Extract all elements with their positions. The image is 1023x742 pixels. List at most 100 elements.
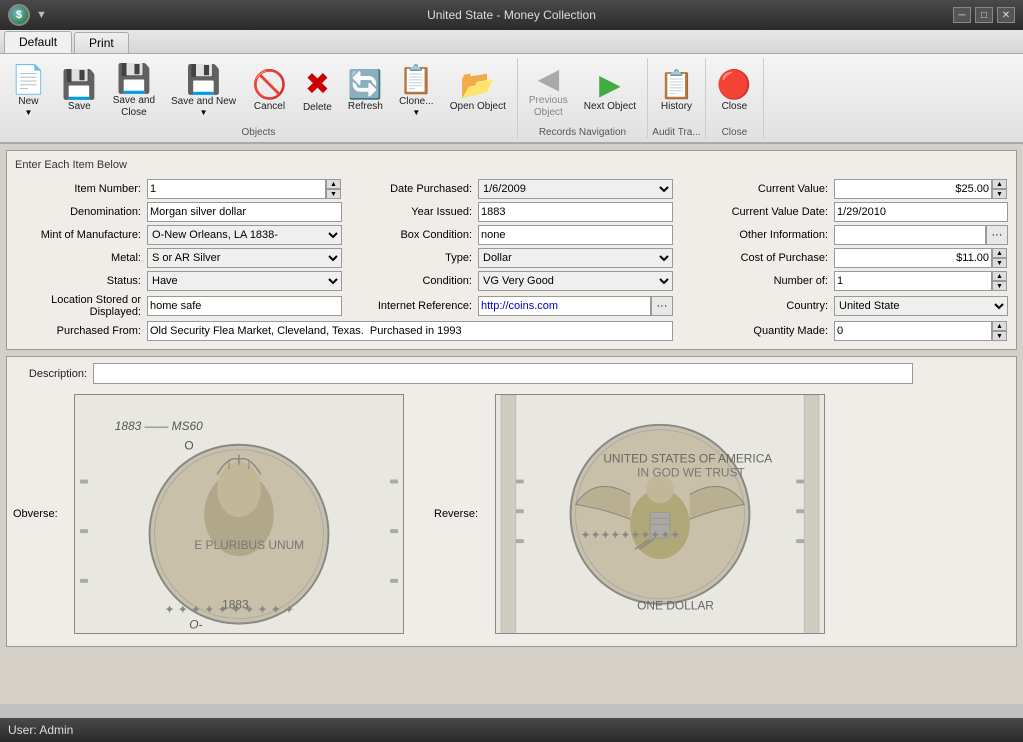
save-label: Save: [68, 101, 91, 113]
svg-text:UNITED STATES OF AMERICA: UNITED STATES OF AMERICA: [603, 451, 772, 465]
user-info: User: Admin: [8, 723, 73, 737]
delete-icon: ✖: [305, 70, 330, 100]
obverse-label: Obverse:: [13, 508, 68, 520]
qty-made-input[interactable]: [834, 321, 992, 341]
svg-text:O-: O-: [189, 617, 202, 631]
cur-val-down[interactable]: ▼: [992, 189, 1007, 199]
clone-button[interactable]: 📋 Clone... ▼: [392, 62, 441, 121]
previous-button[interactable]: ◀ PreviousObject: [522, 61, 575, 123]
item-up[interactable]: ▲: [326, 179, 341, 189]
qty-made-wrap: ▲ ▼: [834, 321, 1008, 341]
maximize-button[interactable]: □: [975, 7, 993, 23]
delete-button[interactable]: ✖ Delete: [296, 66, 339, 118]
purch-from-label2: Purchased From:: [15, 325, 145, 337]
num-of-input[interactable]: [834, 271, 992, 291]
new-button[interactable]: 📄 New ▼: [4, 62, 53, 121]
obverse-container: Obverse: 1883 —— MS60 O: [13, 394, 404, 634]
qty-spinners: ▲ ▼: [992, 321, 1007, 341]
refresh-button[interactable]: 🔄 Refresh: [341, 67, 390, 117]
other-info-label: Other Information:: [687, 229, 832, 241]
item-down[interactable]: ▼: [326, 189, 341, 199]
qty-up[interactable]: ▲: [992, 321, 1007, 331]
svg-text:O: O: [184, 438, 193, 452]
close-button[interactable]: 🔴 Close: [710, 67, 759, 117]
denom-input2[interactable]: [147, 202, 342, 222]
country-select[interactable]: United State: [834, 296, 1008, 316]
tab-print[interactable]: Print: [74, 32, 129, 53]
inet-btn2[interactable]: ···: [651, 296, 673, 316]
num-of-down[interactable]: ▼: [992, 281, 1007, 291]
save-button[interactable]: 💾 Save: [55, 67, 104, 117]
mint-select2[interactable]: O-New Orleans, LA 1838-: [147, 225, 342, 245]
clone-icon: 📋: [399, 66, 434, 94]
records-buttons: ◀ PreviousObject ▶ Next Object: [522, 58, 643, 125]
minimize-button[interactable]: ─: [953, 7, 971, 23]
purch-from-input2[interactable]: [147, 321, 673, 341]
next-button[interactable]: ▶ Next Object: [577, 67, 643, 117]
year-input2[interactable]: [478, 202, 673, 222]
item-number-input[interactable]: [147, 179, 326, 199]
box-cond-input2[interactable]: [478, 225, 673, 245]
tab-default[interactable]: Default: [4, 31, 72, 53]
records-group-label: Records Navigation: [539, 125, 626, 138]
cost-input[interactable]: [834, 248, 992, 268]
svg-text:1883: 1883: [222, 597, 249, 611]
svg-text:ONE DOLLAR: ONE DOLLAR: [637, 598, 714, 612]
num-of-label: Number of:: [687, 275, 832, 287]
country-label: Country:: [687, 300, 832, 312]
loc-input2[interactable]: [147, 296, 342, 316]
save-new-arrow: ▼: [200, 108, 208, 117]
cost-up[interactable]: ▲: [992, 248, 1007, 258]
other-info-input[interactable]: [834, 225, 986, 245]
open-object-button[interactable]: 📂 Open Object: [443, 67, 513, 117]
current-value-input[interactable]: [834, 179, 992, 199]
title-bar-left: $ ▼: [8, 4, 47, 26]
new-icon: 📄: [11, 66, 46, 94]
metal-select2[interactable]: S or AR Silver: [147, 248, 342, 268]
svg-text:IN GOD WE TRUST: IN GOD WE TRUST: [637, 465, 745, 479]
close-buttons: 🔴 Close: [710, 58, 759, 125]
reverse-label: Reverse:: [434, 508, 489, 520]
cur-val-wrap: ▲ ▼: [834, 179, 1008, 199]
status-select2[interactable]: Have: [147, 271, 342, 291]
obverse-image: 1883 —— MS60 O ✦ ✦ ✦: [74, 394, 404, 634]
inet-wrap2: ···: [478, 296, 673, 316]
reverse-svg: UNITED STATES OF AMERICA IN GOD WE TRUST…: [496, 395, 824, 634]
obverse-svg: 1883 —— MS60 O ✦ ✦ ✦: [75, 395, 403, 634]
save-icon: 💾: [62, 71, 97, 99]
close-window-button[interactable]: ✕: [997, 7, 1015, 23]
save-close-label: Save andClose: [113, 95, 155, 119]
date-select2[interactable]: 1/6/2009: [478, 179, 673, 199]
num-of-spinners: ▲ ▼: [992, 271, 1007, 291]
cond-select2[interactable]: VG Very Good: [478, 271, 673, 291]
objects-buttons: 📄 New ▼ 💾 Save 💾 Save andClose 💾 Save an…: [4, 58, 513, 125]
open-object-label: Open Object: [450, 101, 506, 113]
cur-val-date-input[interactable]: [834, 202, 1008, 222]
status-bar: User: Admin: [0, 718, 1023, 742]
close-group-label: Close: [722, 125, 748, 138]
cur-val-up[interactable]: ▲: [992, 179, 1007, 189]
save-new-button[interactable]: 💾 Save and New ▼: [164, 62, 243, 121]
type-select2[interactable]: Dollar: [478, 248, 673, 268]
other-info-btn[interactable]: ···: [986, 225, 1008, 245]
window-controls: ─ □ ✕: [953, 7, 1015, 23]
description-input[interactable]: [93, 363, 913, 384]
cancel-icon: 🚫: [252, 71, 287, 99]
cost-spinners: ▲ ▼: [992, 248, 1007, 268]
cancel-button[interactable]: 🚫 Cancel: [245, 67, 294, 117]
inet-input2[interactable]: [478, 296, 651, 316]
num-of-up[interactable]: ▲: [992, 271, 1007, 281]
new-label: New: [18, 96, 38, 108]
close-label: Close: [722, 101, 748, 113]
history-button[interactable]: 📋 History: [652, 67, 701, 117]
title-dropdown-arrow[interactable]: ▼: [36, 9, 47, 21]
reverse-container: Reverse:: [434, 394, 825, 634]
form-section: Enter Each Item Below Item Number: ▲ ▼ D…: [6, 150, 1017, 350]
window-title: United State - Money Collection: [427, 8, 596, 22]
qty-down[interactable]: ▼: [992, 331, 1007, 341]
cost-down[interactable]: ▼: [992, 258, 1007, 268]
ribbon-toolbar: 📄 New ▼ 💾 Save 💾 Save andClose 💾 Save an…: [0, 54, 1023, 144]
refresh-icon: 🔄: [348, 71, 383, 99]
objects-group-label: Objects: [241, 125, 275, 138]
save-close-button[interactable]: 💾 Save andClose: [106, 61, 162, 123]
